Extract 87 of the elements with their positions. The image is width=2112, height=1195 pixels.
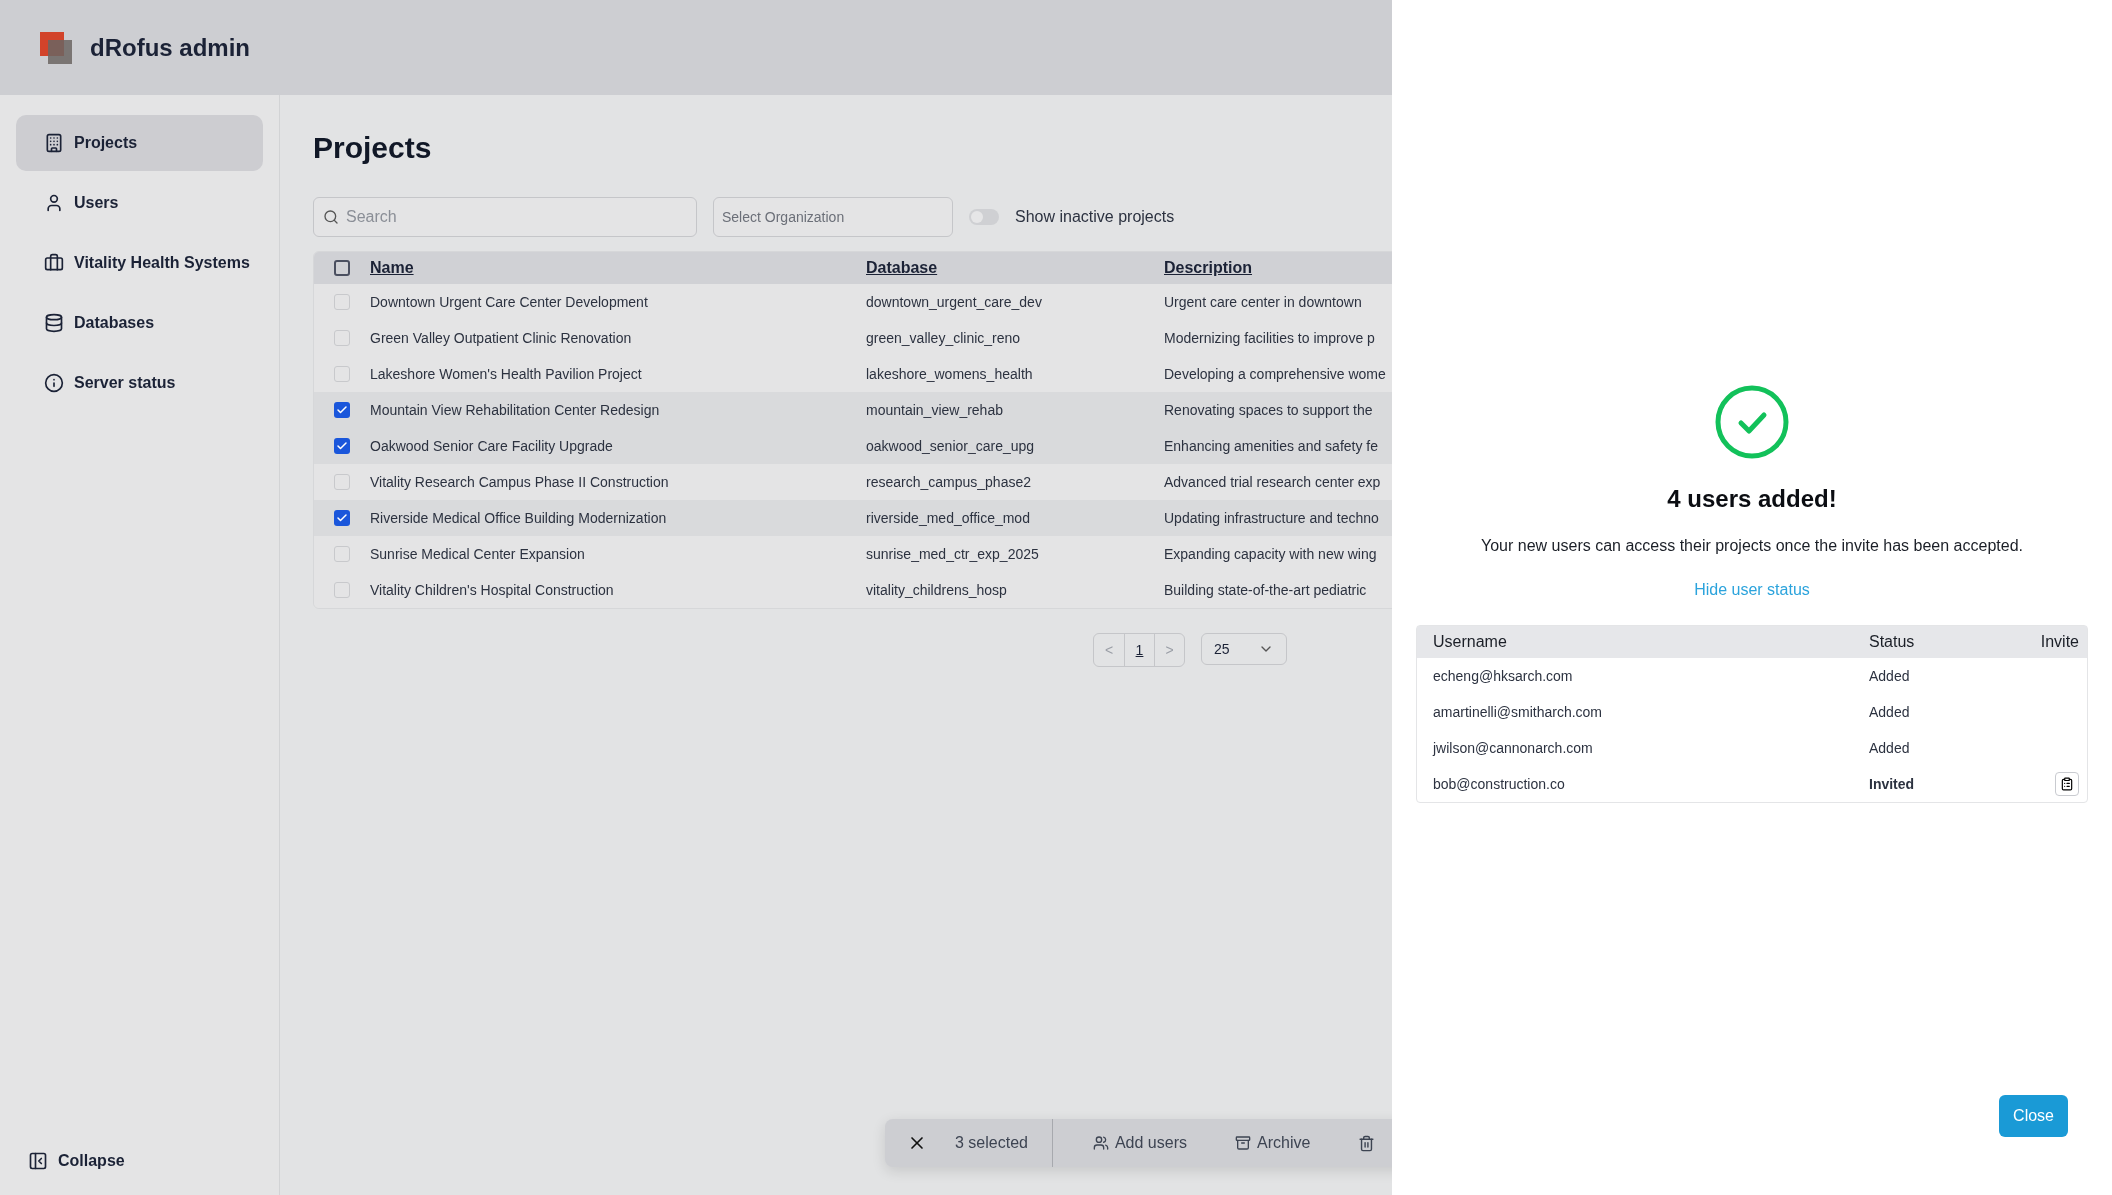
table-cell-text: Urgent care center in downtown: [1164, 294, 1363, 310]
sidebar-item[interactable]: Users: [16, 175, 263, 231]
page-button[interactable]: 1: [1124, 634, 1154, 666]
building-icon: [44, 133, 64, 153]
users-icon: [1092, 1135, 1109, 1151]
table-cell-text: jwilson@cannonarch.com: [1433, 740, 1594, 756]
table-cell-text: Lakeshore Women's Health Pavilion Project: [370, 366, 643, 382]
page-size-select[interactable]: 25: [1201, 633, 1287, 665]
briefcase-icon: [44, 253, 64, 273]
table-cell-text: Enhancing amenities and safety fe: [1164, 438, 1380, 454]
organization-select[interactable]: Select Organization: [713, 197, 953, 237]
table-cell-text: Added: [1869, 740, 1911, 756]
table-cell-text: echeng@hksarch.com: [1433, 668, 1574, 684]
column-header[interactable]: Description: [1164, 259, 1252, 276]
table-cell-text: Renovating spaces to support the: [1164, 402, 1374, 418]
column-header[interactable]: Name: [370, 259, 414, 276]
table-cell-text: amartinelli@smitharch.com: [1433, 704, 1604, 720]
table-cell-text: Sunrise Medical Center Expansion: [370, 546, 586, 562]
sidebar-item[interactable]: Vitality Health Systems: [16, 235, 263, 291]
table-cell-text: Oakwood Senior Care Facility Upgrade: [370, 438, 614, 454]
sidebar-item[interactable]: Projects: [16, 115, 263, 171]
row-checkbox[interactable]: [334, 510, 350, 526]
table-cell-text: Vitality Children's Hospital Construction: [370, 582, 615, 598]
collapse-button[interactable]: Collapse: [16, 1151, 137, 1171]
row-checkbox[interactable]: [334, 582, 350, 598]
row-checkbox[interactable]: [334, 402, 350, 418]
table-cell-text: sunrise_med_ctr_exp_2025: [866, 546, 1040, 562]
check-icon: [336, 404, 348, 416]
table-cell-text: vitality_childrens_hosp: [866, 582, 1008, 598]
table-cell-text: green_valley_clinic_reno: [866, 330, 1022, 346]
row-checkbox[interactable]: [334, 474, 350, 490]
column-header: Status: [1869, 633, 1916, 651]
search-field[interactable]: Search: [313, 197, 697, 237]
table-cell-text: Building state-of-the-art pediatric: [1164, 582, 1368, 598]
row-checkbox[interactable]: [334, 330, 350, 346]
table-cell-text: bob@construction.co: [1433, 776, 1566, 792]
table-cell-text: oakwood_senior_care_upg: [866, 438, 1036, 454]
table-cell-text: riverside_med_office_mod: [866, 510, 1031, 526]
app-title: dRofus admin: [90, 33, 250, 62]
bulk-action-button[interactable]: Archive: [1235, 1134, 1311, 1152]
page-title: Projects: [313, 131, 433, 165]
table-cell-text: Riverside Medical Office Building Modernization: [370, 510, 668, 526]
table-cell-text: downtown_urgent_care_dev: [866, 294, 1043, 310]
select-all-checkbox[interactable]: [334, 260, 350, 276]
column-header: Username: [1433, 633, 1508, 651]
table-cell-text: Developing a comprehensive wome: [1164, 366, 1387, 382]
bulk-action-button[interactable]: Add users: [1092, 1134, 1187, 1152]
archive-icon: [1235, 1135, 1251, 1151]
table-cell-text: Green Valley Outpatient Clinic Renovation: [370, 330, 633, 346]
table-cell-text: research_campus_phase2: [866, 474, 1032, 490]
table-cell-text: mountain_view_rehab: [866, 402, 1004, 418]
row-checkbox[interactable]: [334, 294, 350, 310]
table-cell-text: Expanding capacity with new wing: [1164, 546, 1378, 562]
column-header: Invite: [2040, 633, 2079, 651]
selection-count: 3 selected: [955, 1134, 1028, 1152]
collapse-icon: [28, 1151, 48, 1171]
table-cell-text: Updating infrastructure and techno: [1164, 510, 1380, 526]
success-check-icon: [1715, 385, 1789, 459]
row-checkbox[interactable]: [334, 546, 350, 562]
table-cell-text: Advanced trial research center exp: [1164, 474, 1382, 490]
table-cell-text: lakeshore_womens_health: [866, 366, 1034, 382]
row-checkbox[interactable]: [334, 366, 350, 382]
delete-button[interactable]: [1358, 1134, 1376, 1152]
success-heading: 4 users added!: [1667, 485, 1837, 513]
sidebar-item[interactable]: Server status: [16, 355, 263, 411]
table-cell-text: Added: [1869, 704, 1911, 720]
check-icon: [336, 440, 348, 452]
table-cell-text: Invited: [1869, 776, 1916, 792]
table-cell-text: Downtown Urgent Care Center Development: [370, 294, 649, 310]
sidebar-item[interactable]: Databases: [16, 295, 263, 351]
toggle-label: Show inactive projects: [1015, 208, 1175, 226]
search-icon: [323, 209, 339, 225]
logo-icon: [40, 31, 72, 64]
table-cell-text: Mountain View Rehabilitation Center Redesign: [370, 402, 661, 418]
info-icon: [44, 373, 64, 393]
copy-invite-button[interactable]: [2055, 772, 2079, 796]
table-cell-text: Modernizing facilities to improve p: [1164, 330, 1376, 346]
success-message: Your new users can access their projects once the invite has been accepted.: [1481, 537, 2023, 555]
user-icon: [44, 193, 64, 213]
trash-icon: [1358, 1134, 1376, 1152]
table-cell-text: Added: [1869, 668, 1911, 684]
database-icon: [44, 313, 64, 333]
column-header[interactable]: Database: [866, 259, 938, 276]
row-checkbox[interactable]: [334, 438, 350, 454]
table-cell-text: Vitality Research Campus Phase II Construction: [370, 474, 670, 490]
clipboard-icon: [2060, 777, 2074, 791]
check-icon: [336, 512, 348, 524]
